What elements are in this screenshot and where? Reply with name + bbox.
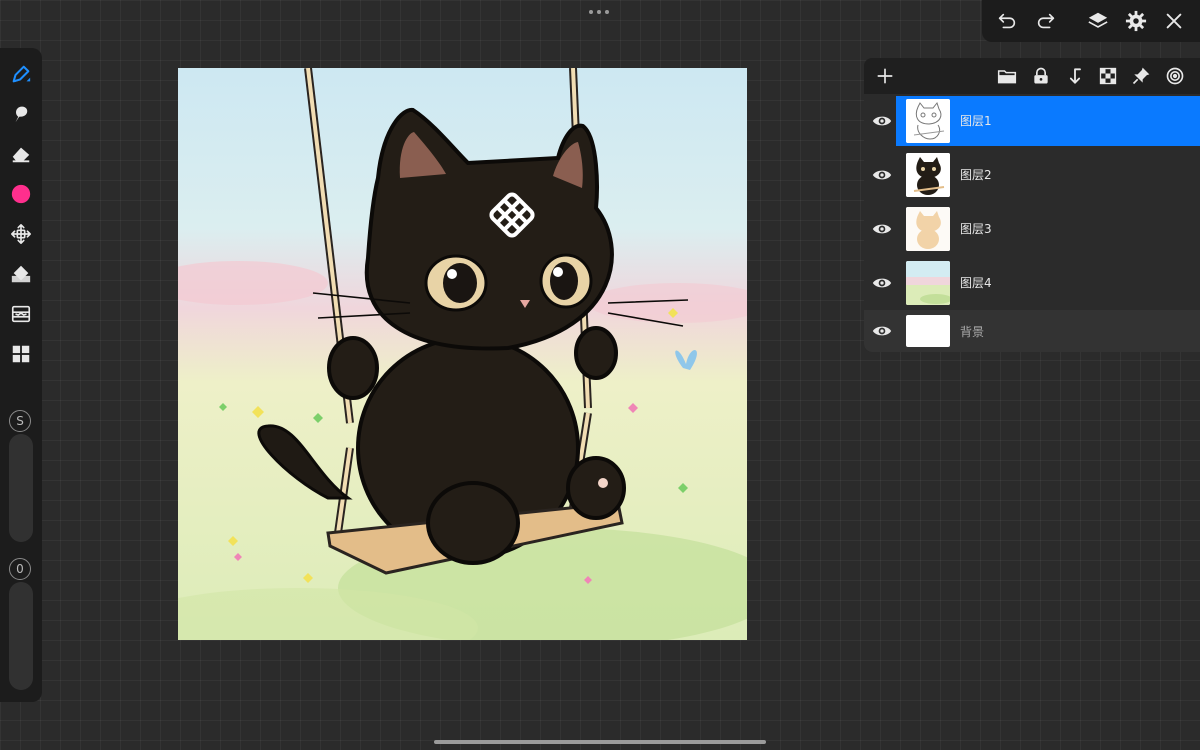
eye-icon[interactable] — [870, 109, 894, 133]
black-cat-on-swing-artwork — [178, 68, 747, 640]
gear-icon[interactable] — [1123, 8, 1149, 34]
layer-thumbnail-white — [906, 315, 950, 347]
layer-name: 图层3 — [960, 222, 992, 236]
paint-bucket-icon[interactable] — [7, 260, 35, 288]
layer-name: 图层4 — [960, 276, 992, 290]
layer-thumbnail-sketch — [906, 99, 950, 143]
eye-icon[interactable] — [870, 271, 894, 295]
brush-icon[interactable] — [7, 60, 35, 88]
layers-panel-header — [864, 58, 1200, 94]
plus-icon[interactable] — [873, 64, 897, 88]
ellipsis-icon[interactable] — [589, 10, 609, 14]
eye-icon[interactable] — [870, 319, 894, 343]
layer-name: 背景 — [960, 325, 985, 339]
eraser-icon[interactable] — [7, 140, 35, 168]
merge-down-icon[interactable] — [1063, 64, 1087, 88]
layer-row-3[interactable]: 图层3 — [864, 202, 1200, 256]
eye-icon[interactable] — [870, 217, 894, 241]
left-toolbar: S 0 — [0, 48, 42, 702]
redo-icon[interactable] — [1033, 8, 1059, 34]
brush-size-badge: S — [9, 410, 31, 432]
lock-icon[interactable] — [1029, 64, 1053, 88]
opacity-badge: 0 — [9, 558, 31, 580]
opacity-slider[interactable] — [9, 582, 33, 690]
layer-row-4[interactable]: 图层4 — [864, 256, 1200, 310]
layer-thumbnail-background-scene — [906, 261, 950, 305]
layer-thumbnail-cat — [906, 153, 950, 197]
smudge-icon[interactable] — [7, 100, 35, 128]
undo-icon[interactable] — [994, 8, 1020, 34]
checkerboard-icon[interactable] — [1096, 64, 1120, 88]
layer-row-background[interactable]: 背景 — [864, 310, 1200, 352]
layer-row-2[interactable]: 图层2 — [864, 148, 1200, 202]
layers-panel: 图层1 图层2 图层3 图层4 背景 — [864, 58, 1200, 352]
top-actions-bar — [982, 0, 1200, 42]
close-icon[interactable] — [1161, 8, 1187, 34]
spiral-icon[interactable] — [1163, 64, 1187, 88]
color-swatch-icon[interactable] — [7, 180, 35, 208]
layer-thumbnail-color — [906, 207, 950, 251]
folder-icon[interactable] — [995, 64, 1019, 88]
pin-icon[interactable] — [1129, 64, 1153, 88]
eye-icon[interactable] — [870, 163, 894, 187]
layer-name: 图层1 — [960, 114, 992, 128]
layer-name: 图层2 — [960, 168, 992, 182]
grid-icon[interactable] — [7, 340, 35, 368]
brush-size-slider[interactable] — [9, 434, 33, 542]
drawing-canvas[interactable] — [178, 68, 747, 640]
move-arrows-icon[interactable] — [7, 220, 35, 248]
home-indicator — [434, 740, 766, 744]
layer-row-1[interactable]: 图层1 — [864, 94, 1200, 148]
adjustments-icon[interactable] — [7, 300, 35, 328]
layers-icon[interactable] — [1085, 8, 1111, 34]
